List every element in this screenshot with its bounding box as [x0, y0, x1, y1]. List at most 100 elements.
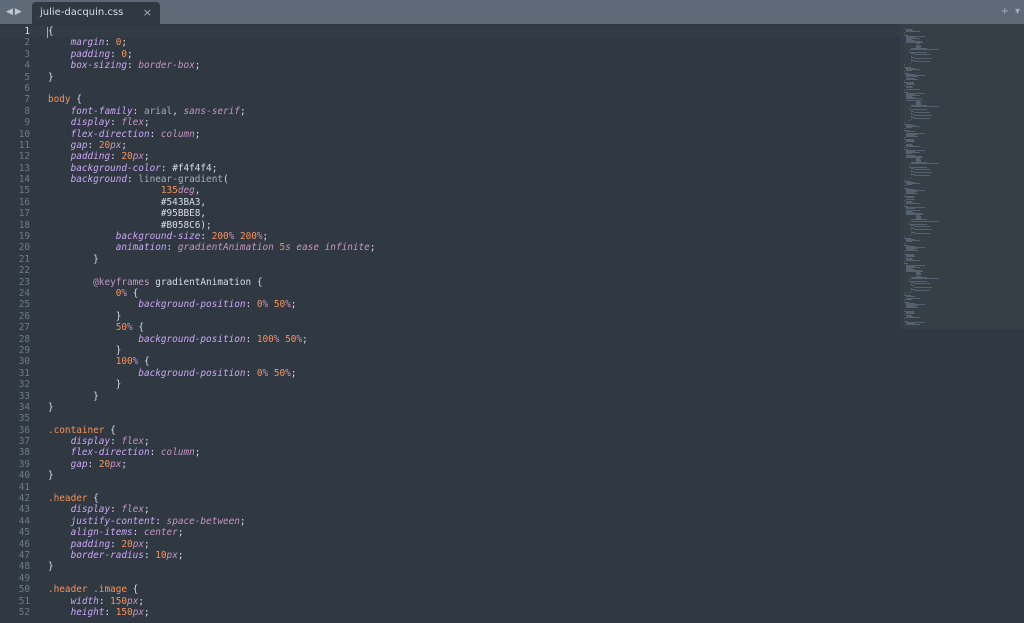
- code-line[interactable]: 29 }: [0, 345, 900, 356]
- code-line[interactable]: 18 #B058C6);: [0, 220, 900, 231]
- code-line[interactable]: 31 background-position: 0% 50%;: [0, 368, 900, 379]
- code-text: padding: 0;: [48, 49, 133, 60]
- line-number: 51: [18, 595, 30, 607]
- code-line[interactable]: 27 50% {: [0, 322, 900, 333]
- new-tab-button[interactable]: +: [1001, 4, 1009, 20]
- code-line[interactable]: 26 }: [0, 311, 900, 322]
- code-line[interactable]: 6: [0, 83, 900, 94]
- code-text: body {: [48, 94, 82, 105]
- code-line[interactable]: 37 display: flex;: [0, 436, 900, 447]
- code-line[interactable]: 10 flex-direction: column;: [0, 129, 900, 140]
- code-line[interactable]: 17 #95BBE8,: [0, 208, 900, 219]
- code-token: .header .image: [48, 584, 128, 596]
- code-line[interactable]: 11 gap: 20px;: [0, 140, 900, 151]
- code-line[interactable]: 20 animation: gradientAnimation 5s ease …: [0, 242, 900, 253]
- code-line[interactable]: 34}: [0, 402, 900, 413]
- code-token: align-items: [70, 527, 133, 539]
- code-token: }: [48, 379, 122, 391]
- code-token: padding: [70, 48, 111, 60]
- code-line[interactable]: 49: [0, 573, 900, 584]
- close-icon[interactable]: ×: [143, 2, 152, 24]
- code-line[interactable]: 1{: [0, 26, 900, 38]
- code-line[interactable]: 44 justify-content: space-between;: [0, 516, 900, 527]
- code-line[interactable]: 22: [0, 265, 900, 276]
- code-text: }: [48, 254, 99, 265]
- code-line[interactable]: 16 #543BA3,: [0, 197, 900, 208]
- code-line[interactable]: 14 background: linear-gradient(: [0, 174, 900, 185]
- code-editor[interactable]: 1{2 margin: 0; 3 padding: 0; 4 box-sizing:…: [0, 24, 900, 623]
- code-token: arial: [143, 105, 173, 117]
- code-line[interactable]: 12 padding: 20px;: [0, 151, 900, 162]
- code-text: 135deg,: [48, 185, 201, 197]
- code-text: flex-direction: column;: [48, 447, 201, 458]
- code-token: ,: [194, 185, 201, 197]
- code-line[interactable]: 13 background-color: #f4f4f4;: [0, 163, 900, 174]
- chevron-left-icon[interactable]: ◀: [6, 4, 13, 20]
- code-token: width: [70, 595, 99, 607]
- code-token: ;: [121, 458, 128, 470]
- line-number: 26: [18, 310, 30, 322]
- code-token: ;: [302, 333, 308, 345]
- minimap-line: [904, 251, 905, 253]
- code-token: ;: [239, 515, 246, 527]
- code-line[interactable]: 19 background-size: 200% 200%;: [0, 231, 900, 242]
- tab-active-file[interactable]: julie-dacquin.css ×: [32, 2, 160, 24]
- code-line[interactable]: 47 border-radius: 10px;: [0, 550, 900, 561]
- code-line[interactable]: 40}: [0, 470, 900, 481]
- code-line[interactable]: 24 0% {: [0, 288, 900, 299]
- code-token: }: [48, 401, 54, 413]
- code-line[interactable]: 28 background-position: 100% 50%;: [0, 334, 900, 345]
- code-text: }: [48, 311, 122, 322]
- code-token: display: [70, 436, 111, 448]
- code-line[interactable]: 38 flex-direction: column;: [0, 447, 900, 458]
- code-line[interactable]: 32 }: [0, 379, 900, 390]
- code-line[interactable]: 45 align-items: center;: [0, 527, 900, 538]
- code-token: ,: [200, 208, 207, 220]
- code-line[interactable]: 52 height: 150px;: [0, 607, 900, 618]
- code-token: height: [70, 606, 105, 618]
- code-line[interactable]: 30 100% {: [0, 356, 900, 367]
- code-line[interactable]: 36 .container {: [0, 425, 900, 436]
- code-line[interactable]: 46 padding: 20px;: [0, 539, 900, 550]
- code-line[interactable]: 50 .header .image {: [0, 584, 900, 595]
- code-line[interactable]: 5}: [0, 72, 900, 83]
- tab-bar-controls: + ▾: [1001, 4, 1020, 20]
- code-token: ;: [290, 299, 297, 311]
- code-line[interactable]: 4 box-sizing: border-box;: [0, 60, 900, 71]
- minimap-line: [913, 226, 931, 227]
- code-line[interactable]: 48}: [0, 561, 900, 572]
- minimap[interactable]: [900, 24, 1024, 623]
- code-token: background-color: [70, 162, 161, 174]
- code-line[interactable]: 2 margin: 0;: [0, 37, 900, 48]
- code-line[interactable]: 25 background-position: 0% 50%;: [0, 299, 900, 310]
- code-token: column: [160, 128, 195, 140]
- code-line[interactable]: 41: [0, 482, 900, 493]
- tab-menu-icon[interactable]: ▾: [1015, 4, 1020, 20]
- code-token: body: [48, 94, 71, 106]
- minimap-line: [911, 233, 912, 235]
- code-line[interactable]: 51 width: 150px;: [0, 596, 900, 607]
- code-line[interactable]: 33 }: [0, 391, 900, 402]
- code-token: ;: [138, 595, 144, 607]
- code-line[interactable]: 15 135deg,: [0, 185, 900, 196]
- code-line[interactable]: 42 .header {: [0, 493, 900, 504]
- code-line[interactable]: 9 display: flex;: [0, 117, 900, 128]
- code-line[interactable]: 3 padding: 0;: [0, 49, 900, 60]
- code-line[interactable]: 35: [0, 413, 900, 424]
- code-line[interactable]: 23 @keyframes gradientAnimation {: [0, 277, 900, 288]
- code-line[interactable]: 43 display: flex;: [0, 504, 900, 515]
- code-token: background-size: [115, 231, 201, 243]
- code-token: {: [104, 424, 116, 436]
- code-line[interactable]: 7 body {: [0, 94, 900, 105]
- minimap-line: [913, 57, 932, 59]
- code-line[interactable]: 8 font-family: arial, sans-serif;: [0, 106, 900, 117]
- code-line[interactable]: 21 }: [0, 254, 900, 265]
- chevron-right-icon[interactable]: ▶: [15, 4, 22, 20]
- code-text: border-radius: 10px;: [48, 550, 184, 561]
- code-line[interactable]: 39 gap: 20px;: [0, 459, 900, 470]
